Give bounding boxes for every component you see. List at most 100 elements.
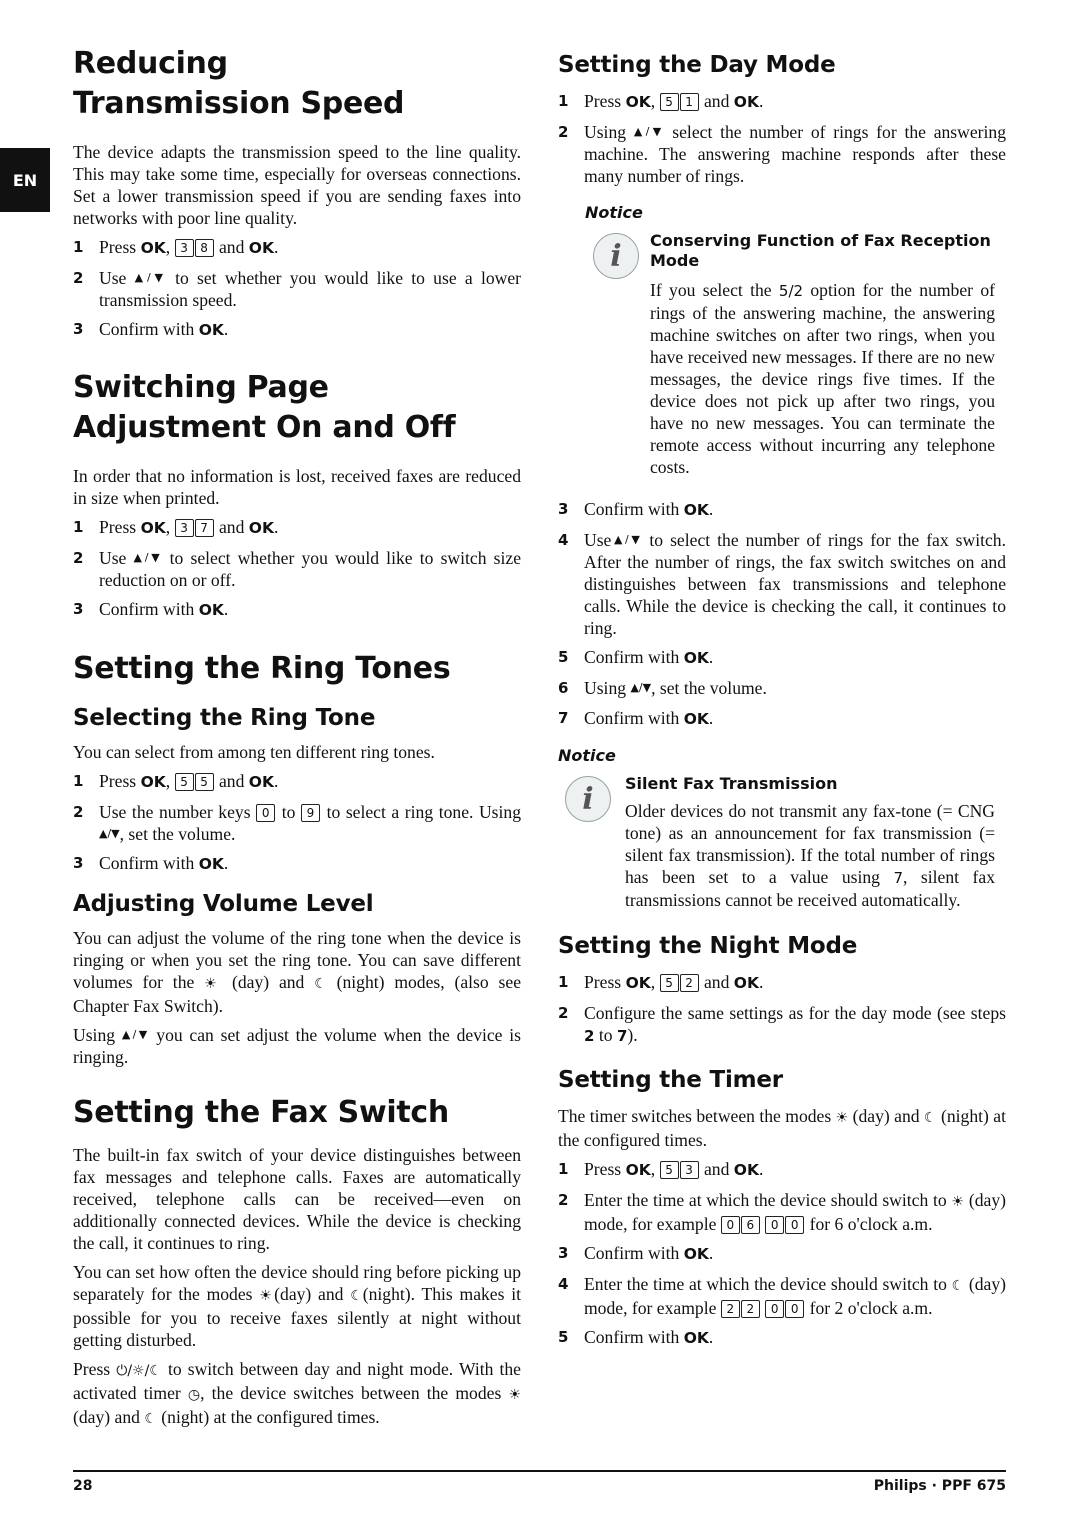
day-mode-icon: ☀ <box>508 1387 522 1403</box>
steps-list: 1 Press OK, 55 and OK. 2 Use the number … <box>73 770 521 875</box>
up-down-arrows-icon: ▲/▼ <box>611 533 643 546</box>
key-5: 5 <box>659 1161 679 1179</box>
key-7: 7 <box>194 519 214 537</box>
key-8: 8 <box>194 239 214 257</box>
section-title: Setting the Fax Switch <box>73 1095 449 1130</box>
key-1: 1 <box>679 93 699 111</box>
section-reducing-transmission-speed: Reducing Transmission Speed The device a… <box>73 44 521 341</box>
steps-list: 1 Press OK, 53 and OK. 2 Enter the time … <box>558 1158 1006 1349</box>
day-mode-icon: ☀ <box>951 1194 965 1210</box>
step: 5 Confirm with OK. <box>558 647 714 667</box>
page-number: 28 <box>73 1478 93 1494</box>
night-mode-icon: ☾ <box>924 1110 937 1126</box>
steps-list: 1 Press OK, 37 and OK. 2 Use ▲/▼ to sele… <box>73 516 521 621</box>
step: 3 Confirm with OK. <box>73 599 229 619</box>
subsection-title: Selecting the Ring Tone <box>73 705 376 731</box>
key-2: 2 <box>720 1300 740 1318</box>
key-5: 5 <box>194 773 214 791</box>
section-body: The built-in fax switch of your device d… <box>73 1145 521 1253</box>
key-0: 0 <box>720 1216 740 1234</box>
up-down-arrows-icon: ▲/▼ <box>134 271 167 284</box>
day-mode-icon: ☀ <box>835 1110 849 1126</box>
subsection-body: The timer switches between the modes ☀ (… <box>558 1106 1006 1150</box>
key-2: 2 <box>679 974 699 992</box>
step: 3 Confirm with OK. <box>558 1243 714 1263</box>
key-5: 5 <box>659 974 679 992</box>
section-night-mode: Setting the Night Mode 1 Press OK, 52 an… <box>558 931 1006 1047</box>
steps-list: 1 Press OK, 51 and OK. 2 Using ▲/▼ selec… <box>558 90 1006 187</box>
notice-text: If you select the 5/2 option for the num… <box>650 280 995 477</box>
notice-label: Notice <box>558 746 616 765</box>
step: 5 Confirm with OK. <box>558 1327 714 1347</box>
notice-block: Notice <box>558 203 1006 223</box>
step: 3 Confirm with OK. <box>73 853 229 873</box>
section-title: Reducing Transmission Speed <box>73 46 405 121</box>
step: 2 Configure the same settings as for the… <box>558 1003 1006 1045</box>
subsection-title: Setting the Night Mode <box>558 933 858 959</box>
notice-text: Older devices do not transmit any fax-to… <box>625 801 996 910</box>
notice-conserving-function: i Conserving Function of Fax Reception M… <box>558 231 1006 478</box>
subsection-body: You can select from among ten different … <box>73 742 435 762</box>
section-timer: Setting the Timer The timer switches bet… <box>558 1065 1006 1349</box>
key-5: 5 <box>174 773 194 791</box>
subsection-body: Using ▲/▼ you can set adjust the volume … <box>73 1025 521 1067</box>
step: 2 Use the number keys 0 to 9 to select a… <box>73 802 522 844</box>
day-mode-icon: ☀ <box>204 976 223 992</box>
step: 4 Use▲/▼ to select the number of rings f… <box>558 530 1006 638</box>
section-ring-tones: Setting the Ring Tones Selecting the Rin… <box>73 649 521 1068</box>
subsection-body: You can adjust the volume of the ring to… <box>73 928 521 1016</box>
section-fax-switch: Setting the Fax Switch The built-in fax … <box>73 1093 521 1430</box>
night-mode-icon: ☾ <box>951 1278 965 1294</box>
step: 1 Press OK, 55 and OK. <box>73 771 279 791</box>
rings-value: 7 <box>893 869 904 887</box>
section-title: Switching Page Adjustment On and Off <box>73 370 456 445</box>
step: 1 Press OK, 37 and OK. <box>73 517 279 537</box>
step: 3 Confirm with OK. <box>73 319 229 339</box>
step: 1 Press OK, 52 and OK. <box>558 972 764 992</box>
right-column: Setting the Day Mode 1 Press OK, 51 and … <box>558 50 1006 1349</box>
key-6: 6 <box>740 1216 760 1234</box>
notice-title: Conserving Function of Fax Reception Mod… <box>650 231 991 270</box>
info-icon: i <box>593 233 639 279</box>
language-tab: EN <box>0 148 50 212</box>
option-value: 5/2 <box>778 282 804 300</box>
key-0: 0 <box>785 1300 805 1318</box>
night-mode-icon: ☾ <box>314 976 327 992</box>
footer-brand: Philips · PPF 675 <box>873 1478 1006 1494</box>
timer-day-night-button-icon: ⏻/☼/☾ <box>116 1363 162 1379</box>
subsection-title: Adjusting Volume Level <box>73 891 374 917</box>
step: 2 Use ▲/▼ to set whether you would like … <box>73 268 522 310</box>
key-0: 0 <box>785 1216 805 1234</box>
night-mode-icon: ☾ <box>350 1288 363 1304</box>
key-3: 3 <box>174 239 194 257</box>
section-body: Press ⏻/☼/☾ to switch between day and ni… <box>73 1359 522 1427</box>
key-9: 9 <box>300 804 320 822</box>
up-down-arrows-icon: ▲/▼ <box>99 827 120 840</box>
steps-list: 1 Press OK, 38 and OK. 2 Use ▲/▼ to set … <box>73 236 521 341</box>
up-down-arrows-icon: ▲/▼ <box>630 681 652 694</box>
ok-key-label: OK <box>140 239 166 257</box>
footer-divider <box>73 1470 1006 1472</box>
steps-list: 1 Press OK, 52 and OK. 2 Configure the s… <box>558 971 1006 1047</box>
subsection-title: Setting the Timer <box>558 1067 783 1093</box>
section-body: The device adapts the transmission speed… <box>73 142 521 228</box>
key-0: 0 <box>765 1216 785 1234</box>
subsection-title: Setting the Day Mode <box>558 52 836 78</box>
section-day-mode: Setting the Day Mode 1 Press OK, 51 and … <box>558 50 1006 911</box>
key-2: 2 <box>740 1300 760 1318</box>
step: 2 Enter the time at which the device sho… <box>558 1190 1006 1234</box>
step: 1 Press OK, 51 and OK. <box>558 91 764 111</box>
notice-silent-fax: i Silent Fax Transmission Older devices … <box>558 774 1006 911</box>
night-mode-icon: ☾ <box>144 1411 157 1427</box>
section-body: In order that no information is lost, re… <box>73 466 521 508</box>
steps-list: 3 Confirm with OK. 4 Use▲/▼ to select th… <box>558 498 1006 730</box>
step: 2 Use ▲/▼ to select whether you would li… <box>73 548 522 590</box>
timer-icon: ◷ <box>187 1387 201 1403</box>
key-3: 3 <box>174 519 194 537</box>
info-icon: i <box>565 776 611 822</box>
key-0: 0 <box>765 1300 785 1318</box>
key-5: 5 <box>659 93 679 111</box>
step: 3 Confirm with OK. <box>558 499 714 519</box>
step: 2 Using ▲/▼ select the number of rings f… <box>558 122 1007 186</box>
step: 4 Enter the time at which the device sho… <box>558 1274 1006 1318</box>
